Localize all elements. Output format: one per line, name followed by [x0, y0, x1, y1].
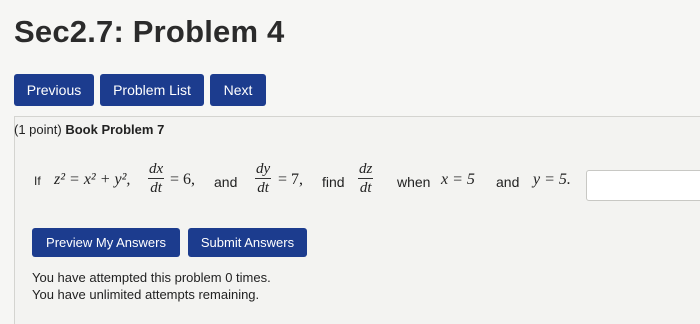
- fraction-dx-denominator: dt: [150, 180, 162, 196]
- find-word: find: [322, 174, 345, 190]
- y-condition: y = 5.: [533, 171, 571, 188]
- answer-actions: Preview My Answers Submit Answers: [32, 228, 307, 257]
- when-word: when: [397, 174, 431, 190]
- equation-main: z² = x² + y²,: [54, 171, 131, 188]
- and-word-2: and: [496, 174, 520, 190]
- fraction-dx-numerator: dx: [148, 161, 165, 179]
- and-word-1: and: [214, 174, 238, 190]
- dy-dt-value: = 7,: [278, 171, 304, 188]
- problem-header: (1 point) Book Problem 7: [14, 122, 164, 137]
- preview-answers-button[interactable]: Preview My Answers: [32, 228, 180, 257]
- fraction-dz-numerator: dz: [358, 161, 374, 179]
- remaining-text: You have unlimited attempts remaining.: [32, 287, 260, 302]
- x-condition: x = 5: [441, 171, 475, 188]
- if-word: If: [34, 174, 41, 188]
- fraction-dz-dt: dz dt: [358, 161, 374, 196]
- fraction-dy-numerator: dy: [255, 161, 272, 179]
- attempts-text: You have attempted this problem 0 times.: [32, 270, 271, 285]
- next-button[interactable]: Next: [210, 74, 266, 106]
- fraction-dy-denominator: dt: [257, 180, 269, 196]
- points-label: (1 point): [14, 122, 62, 137]
- fraction-dy-dt: dy dt: [255, 161, 272, 196]
- fraction-dz-denominator: dt: [359, 180, 372, 196]
- attempt-status: You have attempted this problem 0 times.…: [32, 269, 271, 303]
- problem-heading: Book Problem 7: [65, 122, 165, 137]
- submit-answers-button[interactable]: Submit Answers: [188, 228, 307, 257]
- answer-input[interactable]: [586, 170, 700, 201]
- dx-dt-value: = 6,: [170, 171, 196, 188]
- page-title: Sec2.7: Problem 4: [14, 14, 285, 49]
- fraction-dx-dt: dx dt: [148, 161, 165, 196]
- previous-button[interactable]: Previous: [14, 74, 94, 106]
- problem-list-button[interactable]: Problem List: [100, 74, 204, 106]
- problem-navigation: Previous Problem List Next: [14, 74, 266, 106]
